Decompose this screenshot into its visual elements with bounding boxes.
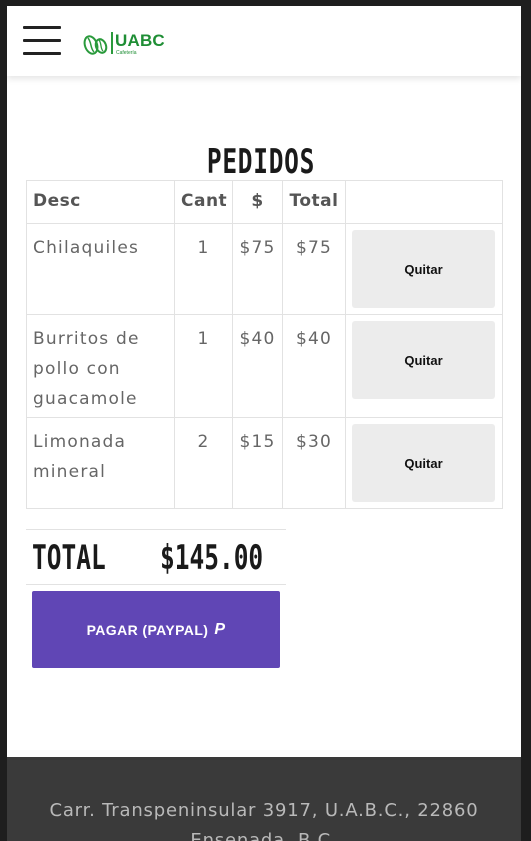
action-cell: Quitar: [345, 314, 503, 418]
table-row: Burritos de pollo con guacamole 1 $40 $4…: [26, 314, 503, 418]
top-header: UABC Cafetería: [7, 6, 521, 76]
page-title: PEDIDOS: [206, 142, 316, 182]
action-cell: Quitar: [345, 223, 503, 315]
item-total: $40: [282, 314, 346, 418]
hamburger-menu-icon[interactable]: [23, 26, 61, 56]
column-header-action: [345, 180, 503, 224]
column-header-cant: Cant: [174, 180, 233, 224]
logo-subtext: Cafetería: [116, 50, 137, 56]
column-header-desc: Desc: [26, 180, 175, 224]
coffee-bean-logo-icon: [83, 35, 108, 55]
action-cell: Quitar: [345, 417, 503, 509]
item-desc: Limonada mineral: [26, 417, 175, 509]
menu-bar: [23, 26, 61, 29]
brand-logo[interactable]: UABC Cafetería: [83, 30, 173, 58]
remove-item-button[interactable]: Quitar: [352, 321, 495, 399]
paypal-icon: P: [214, 620, 226, 638]
table-header-row: Desc Cant $ Total: [26, 180, 503, 224]
item-quantity: 1: [174, 223, 233, 315]
remove-item-button[interactable]: Quitar: [352, 230, 495, 308]
total-value: $145.00: [160, 538, 264, 578]
item-desc: Burritos de pollo con guacamole: [26, 314, 175, 418]
menu-bar: [23, 52, 61, 55]
remove-item-button[interactable]: Quitar: [352, 424, 495, 502]
item-total: $30: [282, 417, 346, 509]
item-quantity: 1: [174, 314, 233, 418]
logo-divider: [111, 32, 113, 54]
pay-button-label: PAGAR (PAYPAL): [86, 621, 209, 638]
column-header-total: Total: [282, 180, 346, 224]
table-row: Chilaquiles 1 $75 $75 Quitar: [26, 223, 503, 315]
orders-table: Desc Cant $ Total Chilaquiles 1 $75 $75 …: [26, 180, 503, 509]
table-row: Limonada mineral 2 $15 $30 Quitar: [26, 417, 503, 509]
item-total: $75: [282, 223, 346, 315]
pay-paypal-button[interactable]: PAGAR (PAYPAL) P: [32, 591, 280, 668]
item-price: $15: [232, 417, 283, 509]
column-header-price: $: [232, 180, 283, 224]
footer-address: Carr. Transpeninsular 3917, U.A.B.C., 22…: [49, 800, 479, 841]
item-desc: Chilaquiles: [26, 223, 175, 315]
logo-text: UABC: [115, 31, 165, 50]
item-price: $75: [232, 223, 283, 315]
menu-bar: [23, 39, 61, 42]
item-price: $40: [232, 314, 283, 418]
order-total: TOTAL $145.00: [26, 529, 286, 585]
page-footer: Carr. Transpeninsular 3917, U.A.B.C., 22…: [7, 757, 521, 841]
app-frame: UABC Cafetería PEDIDOS Desc Cant $ Total…: [7, 6, 521, 841]
item-quantity: 2: [174, 417, 233, 509]
total-label: TOTAL: [32, 538, 106, 578]
